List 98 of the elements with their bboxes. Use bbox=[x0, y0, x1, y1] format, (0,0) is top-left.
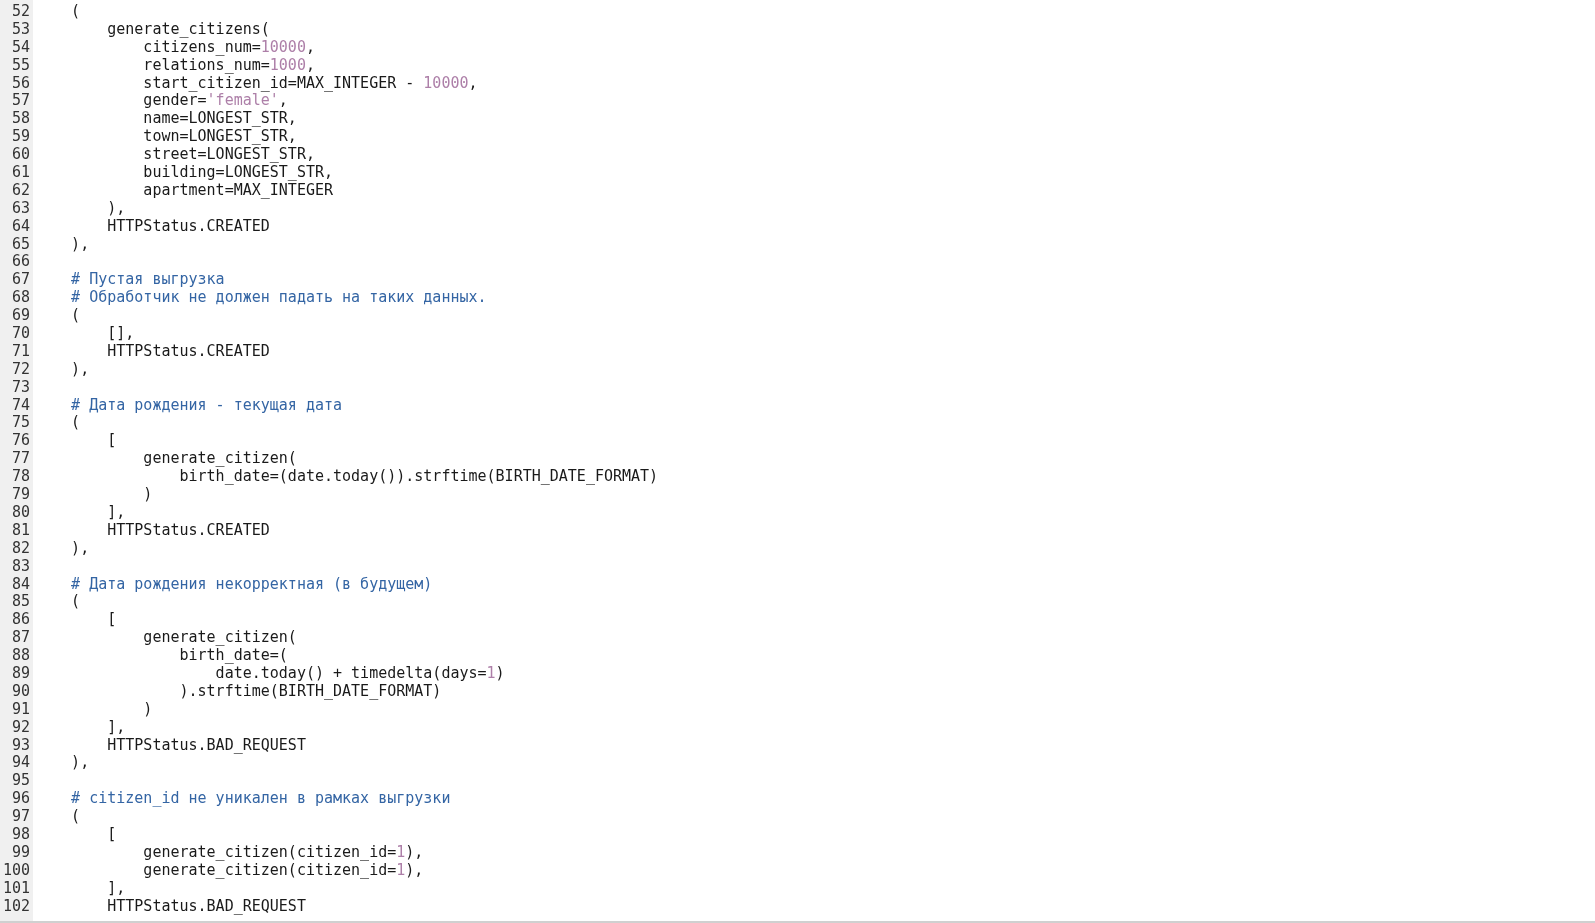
code-line: ( bbox=[70, 593, 81, 612]
line-number: 52 bbox=[11, 3, 30, 21]
code-line: ], bbox=[106, 879, 126, 898]
code-line: name=LONGEST_STR, bbox=[142, 110, 297, 129]
line-number: 57 bbox=[11, 92, 30, 111]
code-line: birth_date=( bbox=[178, 647, 288, 665]
code-line: generate_citizen(citizen_id=1), bbox=[142, 843, 424, 862]
code-line: ) bbox=[142, 700, 153, 719]
line-number: 80 bbox=[11, 503, 30, 522]
line-number: 62 bbox=[11, 181, 30, 200]
line-number: 56 bbox=[11, 74, 30, 93]
line-number: 60 bbox=[11, 146, 30, 165]
code-comment: # Дата рождения некорректная (в будущем) bbox=[70, 575, 433, 594]
line-number: 94 bbox=[11, 754, 30, 773]
code-comment: # Пустая выгрузка bbox=[70, 271, 225, 290]
code-line: ) bbox=[142, 486, 153, 504]
line-number: 61 bbox=[11, 164, 30, 182]
line-number: 78 bbox=[11, 468, 30, 487]
line-number: 77 bbox=[11, 450, 30, 469]
line-number: 63 bbox=[11, 199, 30, 218]
line-number: 100 bbox=[2, 861, 30, 880]
line-number: 70 bbox=[11, 325, 30, 343]
code-line: generate_citizen( bbox=[142, 629, 297, 648]
line-number: 64 bbox=[11, 217, 30, 236]
line-number: 53 bbox=[11, 20, 30, 39]
code-line: ), bbox=[70, 754, 90, 773]
code-line: building=LONGEST_STR, bbox=[142, 164, 333, 182]
code-line: [ bbox=[106, 611, 117, 630]
line-number: 74 bbox=[11, 396, 30, 415]
line-number: 67 bbox=[11, 271, 30, 290]
line-number: 90 bbox=[11, 682, 30, 701]
code-comment: # citizen_id не уникален в рамках выгрузки bbox=[70, 790, 451, 809]
line-number: 72 bbox=[11, 360, 30, 379]
code-line: ), bbox=[106, 199, 126, 218]
code-comment: # Обработчик не должен падать на таких данных. bbox=[70, 289, 487, 308]
line-number: 84 bbox=[11, 575, 30, 594]
code-line: HTTPStatus.CREATED bbox=[106, 217, 270, 236]
line-number: 98 bbox=[11, 825, 30, 844]
code-line: date.today() + timedelta(days=1) bbox=[215, 664, 505, 683]
code-line: birth_date=(date.today()).strftime(BIRTH_DATE_FORMAT) bbox=[178, 468, 659, 487]
code-line: ], bbox=[106, 718, 126, 737]
line-number: 54 bbox=[11, 38, 30, 57]
line-number: 75 bbox=[11, 414, 30, 433]
line-number: 66 bbox=[11, 253, 30, 272]
line-number: 71 bbox=[11, 342, 30, 361]
code-line: relations_num=1000, bbox=[142, 56, 315, 75]
code-line: apartment=MAX_INTEGER bbox=[142, 181, 333, 200]
code-line: [ bbox=[106, 825, 117, 844]
code-line: ).strftime(BIRTH_DATE_FORMAT) bbox=[178, 682, 442, 701]
code-line: generate_citizens( bbox=[106, 20, 270, 39]
line-number: 86 bbox=[11, 611, 30, 630]
code-line: generate_citizen( bbox=[142, 450, 297, 469]
code-comment: # Дата рождения - текущая дата bbox=[70, 396, 343, 415]
code-line: citizens_num=10000, bbox=[143, 38, 315, 57]
code-line: ), bbox=[70, 235, 90, 254]
line-number: 102 bbox=[2, 897, 30, 916]
code-line: start_citizen_id=MAX_INTEGER - 10000, bbox=[142, 74, 478, 93]
code-line: ), bbox=[70, 539, 90, 558]
line-number: 87 bbox=[11, 629, 30, 648]
code-line: [ bbox=[106, 432, 117, 451]
line-number: 95 bbox=[11, 772, 30, 791]
code-line: gender='female', bbox=[142, 92, 288, 111]
line-number: 93 bbox=[11, 736, 30, 755]
line-number: 58 bbox=[11, 110, 30, 129]
code-line: HTTPStatus.BAD_REQUEST bbox=[106, 897, 306, 916]
line-number: 68 bbox=[11, 289, 30, 308]
line-number: 65 bbox=[11, 235, 30, 254]
line-number: 59 bbox=[11, 128, 30, 147]
line-number: 91 bbox=[11, 700, 30, 719]
code-line: ( bbox=[70, 808, 81, 826]
line-number: 96 bbox=[11, 790, 30, 809]
code-line: HTTPStatus.CREATED bbox=[106, 342, 270, 361]
line-number: 101 bbox=[2, 879, 30, 898]
line-number: 76 bbox=[11, 432, 30, 451]
code-line: ), bbox=[70, 360, 90, 379]
code-line: HTTPStatus.BAD_REQUEST bbox=[106, 736, 306, 755]
line-number: 81 bbox=[11, 521, 30, 540]
line-number: 79 bbox=[11, 486, 30, 504]
line-number: 83 bbox=[11, 557, 30, 576]
line-number: 97 bbox=[11, 808, 30, 826]
line-number: 99 bbox=[11, 843, 30, 862]
code-line: ( bbox=[70, 307, 81, 326]
code-line: ( bbox=[70, 3, 81, 21]
line-number: 69 bbox=[11, 307, 30, 326]
line-number: 82 bbox=[11, 539, 30, 558]
line-number: 73 bbox=[11, 378, 30, 397]
code-line: HTTPStatus.CREATED bbox=[106, 521, 270, 540]
line-number: 85 bbox=[11, 593, 30, 612]
code-line: ( bbox=[70, 414, 81, 433]
line-number: 92 bbox=[11, 718, 30, 737]
code-line: street=LONGEST_STR, bbox=[142, 146, 315, 165]
line-number: 89 bbox=[11, 664, 30, 683]
code-line: town=LONGEST_STR, bbox=[142, 128, 297, 147]
code-line: generate_citizen(citizen_id=1), bbox=[142, 861, 424, 880]
line-number: 88 bbox=[11, 647, 30, 665]
code-line: ], bbox=[106, 503, 126, 522]
code-line: [], bbox=[106, 325, 135, 343]
line-number: 55 bbox=[11, 56, 30, 75]
